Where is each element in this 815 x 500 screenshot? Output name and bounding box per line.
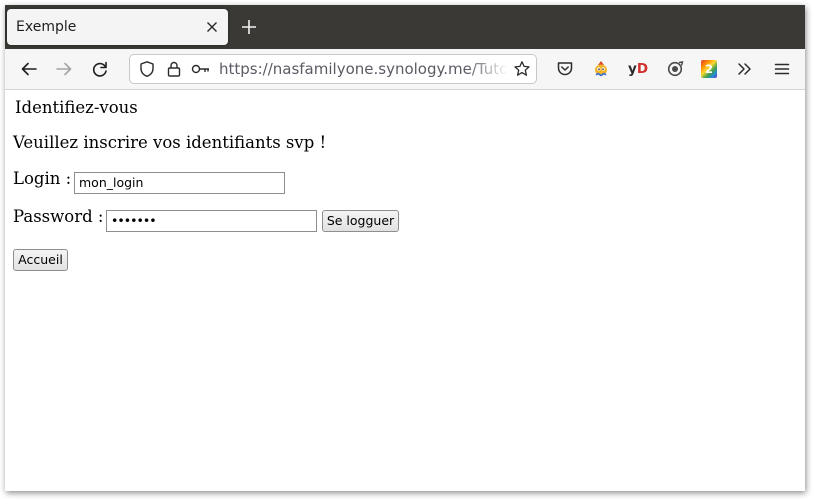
back-icon[interactable] [18, 58, 40, 80]
login-label: Login : [13, 169, 72, 188]
forward-icon[interactable] [53, 58, 75, 80]
reload-icon[interactable] [89, 58, 111, 80]
bookmark-star-icon[interactable] [513, 60, 531, 78]
instruction-text: Veuillez inscrire vos identifiants svp ! [13, 133, 327, 152]
tab-exemple[interactable]: Exemple [7, 9, 228, 45]
hamburger-menu-icon[interactable] [772, 59, 792, 79]
address-bar[interactable]: https://nasfamilyone.synology.me/TutoExe… [129, 54, 537, 84]
ghost-extension-icon[interactable] [591, 59, 611, 79]
pocket-icon[interactable] [555, 59, 575, 79]
password-input[interactable]: ••••••• [106, 210, 317, 232]
close-icon[interactable] [203, 18, 221, 36]
badge-extension-icon[interactable]: 2 [701, 60, 717, 78]
home-button[interactable]: Accueil [13, 249, 68, 271]
password-label: Password : [13, 207, 104, 226]
tab-title: Exemple [16, 19, 77, 35]
page-title: Identifiez-vous [15, 98, 138, 117]
tab-bar: Exemple [5, 5, 805, 49]
yd-extension-icon[interactable]: yD [628, 58, 648, 80]
page-content: Identifiez-vous Veuillez inscrire vos id… [5, 90, 805, 491]
navigation-toolbar: https://nasfamilyone.synology.me/TutoExe… [5, 49, 805, 90]
url-fade [468, 57, 508, 81]
browser-window: Exemple https://nasfamilyone.synology.me… [5, 5, 805, 491]
new-tab-plus-icon[interactable] [238, 16, 260, 38]
sync-extension-icon[interactable] [665, 59, 685, 79]
url-text[interactable]: https://nasfamilyone.synology.me/TutoExe… [219, 55, 506, 83]
badge-extension-number: 2 [704, 62, 713, 76]
login-submit-button[interactable]: Se logguer [322, 210, 399, 232]
yd-extension-d: D [636, 61, 649, 77]
shield-icon[interactable] [138, 60, 156, 78]
login-input[interactable]: mon_login [74, 172, 285, 194]
yd-extension-y: y [628, 61, 637, 77]
overflow-chevron-icon[interactable] [735, 59, 755, 79]
key-icon[interactable] [191, 60, 211, 78]
lock-icon[interactable] [165, 60, 183, 78]
